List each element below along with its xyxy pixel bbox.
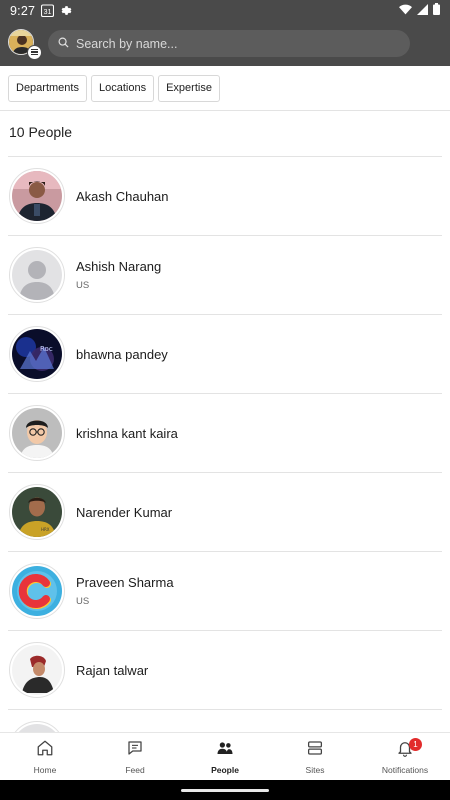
person-avatar [9, 642, 65, 698]
status-right [399, 3, 440, 18]
filter-expertise[interactable]: Expertise [158, 74, 220, 102]
svg-text:HRX: HRX [41, 527, 50, 532]
notification-badge: 1 [409, 738, 422, 751]
people-count: 10 People [9, 124, 73, 140]
person-name: Ashish Narang [76, 259, 162, 274]
nav-people[interactable]: People [180, 733, 270, 780]
person-row[interactable]: Akash Chauhan [8, 156, 442, 235]
person-name: Akash Chauhan [76, 188, 169, 204]
person-row[interactable]: HRX Narender Kumar [8, 472, 442, 551]
home-icon [36, 739, 54, 762]
person-avatar: HRX [9, 484, 65, 540]
nav-notifications[interactable]: 1 Notifications [360, 733, 450, 780]
battery-icon [433, 3, 440, 18]
nav-label: Home [33, 764, 57, 775]
person-name: krishna kant kaira [76, 425, 178, 441]
settings-icon [60, 4, 73, 17]
menu-icon [27, 44, 42, 60]
svg-text:Roc: Roc [40, 345, 53, 353]
nav-home[interactable]: Home [0, 733, 90, 780]
calendar-day: 31 [44, 9, 52, 16]
person-location: US [76, 280, 90, 291]
chat-icon [126, 739, 144, 762]
app-header [0, 21, 450, 66]
person-avatar: Roc [9, 326, 65, 382]
sites-icon [306, 739, 324, 762]
nav-label: Feed [125, 764, 145, 775]
person-avatar-placeholder [9, 247, 65, 303]
nav-label: Sites [305, 764, 325, 775]
nav-feed[interactable]: Feed [90, 733, 180, 780]
person-row[interactable]: Rajan talwar [8, 630, 442, 709]
person-avatar [9, 405, 65, 461]
people-screen: 9:27 31 Search by name... Departments Lo… [0, 0, 450, 800]
person-location: US [76, 596, 90, 607]
signal-icon [417, 3, 428, 18]
filter-departments[interactable]: Departments [8, 74, 87, 102]
people-icon [216, 739, 234, 762]
wifi-icon [399, 4, 412, 18]
system-nav-bar [0, 780, 450, 800]
home-gesture-handle[interactable] [181, 788, 269, 792]
person-name: bhawna pandey [76, 346, 168, 362]
nav-label: Notifications [381, 764, 429, 775]
search-bar[interactable] [48, 30, 410, 57]
calendar-icon: 31 [41, 4, 55, 17]
nav-sites[interactable]: Sites [270, 733, 360, 780]
bottom-nav: Home Feed People Sites 1 Notifications [0, 732, 450, 780]
person-row[interactable]: Roc bhawna pandey [8, 314, 442, 393]
person-name: Rajan talwar [76, 662, 149, 678]
status-bar: 9:27 31 [0, 0, 450, 21]
filter-locations[interactable]: Locations [90, 74, 155, 102]
person-avatar [9, 563, 65, 619]
person-row[interactable]: krishna kant kaira [8, 393, 442, 472]
filter-bar: Departments Locations Expertise [0, 66, 450, 111]
person-row[interactable]: Praveen Sharma US [8, 551, 442, 630]
search-icon [58, 35, 69, 53]
nav-label: People [211, 764, 239, 775]
person-row[interactable]: Ashish Narang US [8, 235, 442, 314]
person-name: Narender Kumar [76, 504, 173, 520]
status-time: 9:27 [10, 3, 36, 18]
person-avatar [9, 168, 65, 224]
profile-menu-button[interactable] [8, 28, 42, 60]
person-name: Praveen Sharma [76, 575, 174, 590]
people-list: Akash Chauhan Ashish Narang US Roc bhawn… [0, 156, 450, 788]
search-input[interactable] [76, 36, 376, 51]
